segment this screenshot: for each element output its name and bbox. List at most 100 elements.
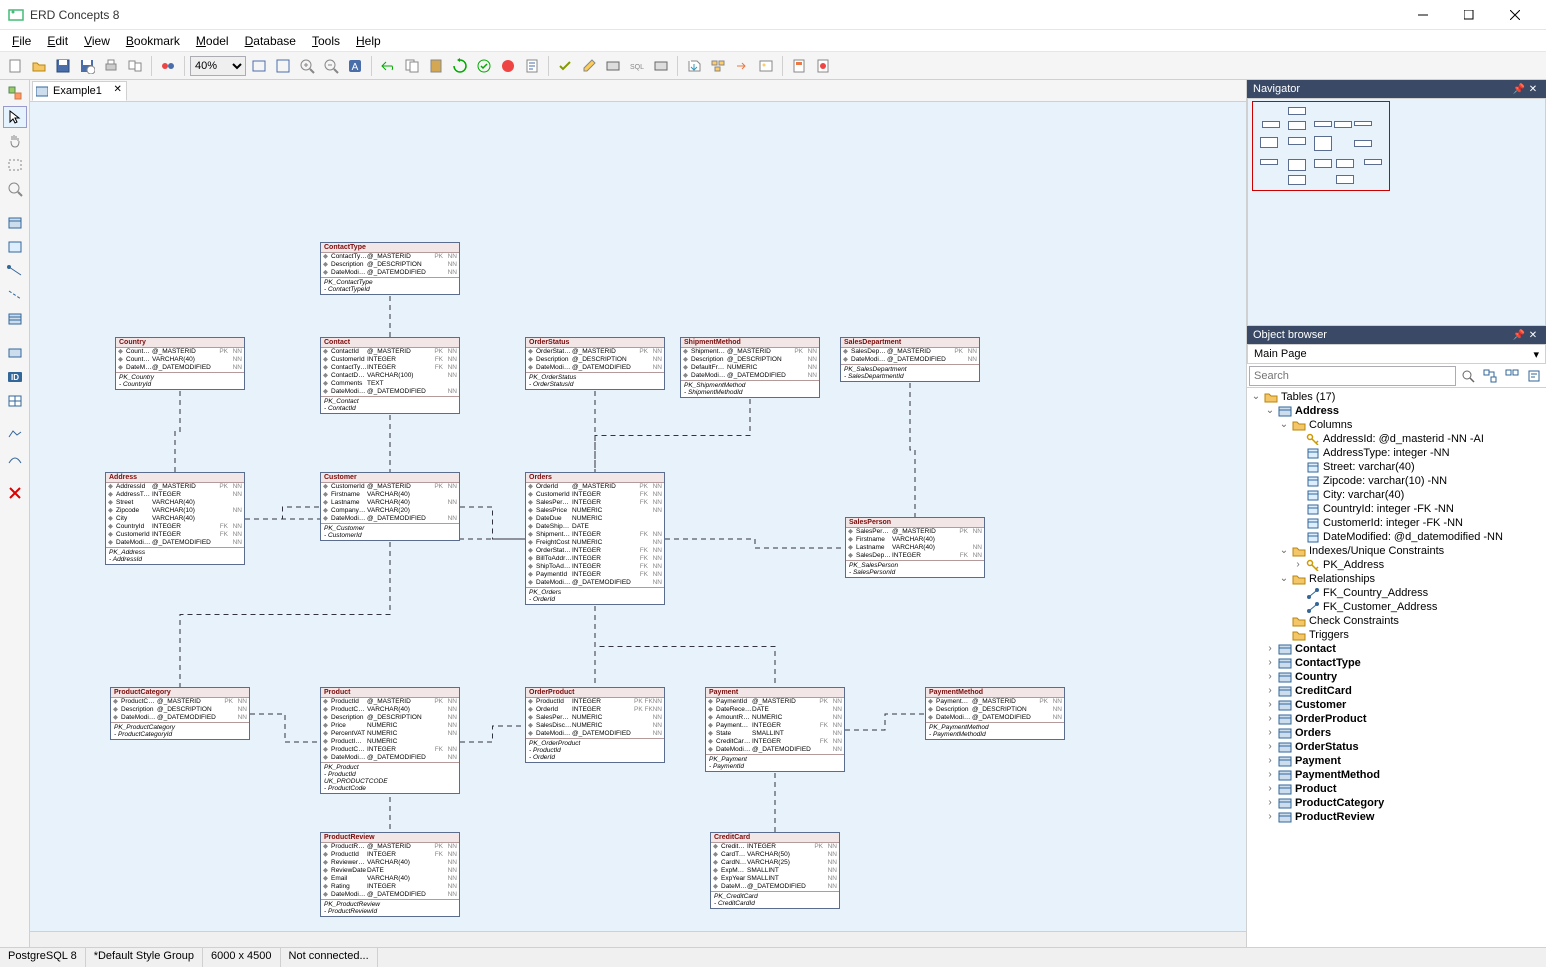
menu-help[interactable]: Help: [348, 32, 389, 50]
gen-button[interactable]: [602, 55, 624, 77]
tree-fk[interactable]: FK_Customer_Address: [1249, 600, 1544, 614]
entity-Customer[interactable]: Customer◆CustomerId@_MASTERIDPKNN◆Firstn…: [320, 472, 460, 541]
id-icon[interactable]: ID: [3, 366, 27, 388]
pdf-button[interactable]: [812, 55, 834, 77]
undo-button[interactable]: [377, 55, 399, 77]
tree-tables[interactable]: ⌄Tables (17): [1249, 390, 1544, 404]
tree-col[interactable]: City: varchar(40): [1249, 488, 1544, 502]
zoomarea-icon[interactable]: A: [344, 55, 366, 77]
script-button[interactable]: [521, 55, 543, 77]
tree-col[interactable]: Street: varchar(40): [1249, 460, 1544, 474]
tree-col[interactable]: AddressId: @d_masterid -NN -AI: [1249, 432, 1544, 446]
diagram-canvas[interactable]: ContactType◆ContactTypeId@_MASTERIDPKNN◆…: [30, 102, 1246, 931]
view-icon[interactable]: [3, 236, 27, 258]
edit-button[interactable]: [578, 55, 600, 77]
entity-Product[interactable]: Product◆ProductId@_MASTERIDPKNN◆ProductC…: [320, 687, 460, 794]
tree-pk[interactable]: ›PK_Address: [1249, 558, 1544, 572]
tab-close-icon[interactable]: ✕: [114, 84, 122, 95]
entity-OrderProduct[interactable]: OrderProduct◆ProductIdINTEGERPK FKNN◆Ord…: [525, 687, 665, 763]
zoom-icon[interactable]: [3, 178, 27, 200]
refresh-button[interactable]: [449, 55, 471, 77]
menu-bookmark[interactable]: Bookmark: [118, 32, 188, 50]
tree-table[interactable]: ›Contact: [1249, 642, 1544, 656]
copy-button[interactable]: [401, 55, 423, 77]
connect-button[interactable]: [157, 55, 179, 77]
entity-Address[interactable]: Address◆AddressId@_MASTERIDPKNN◆AddressT…: [105, 472, 245, 565]
menu-tools[interactable]: Tools: [304, 32, 348, 50]
tree-col[interactable]: CountryId: integer -FK -NN: [1249, 502, 1544, 516]
relation2-icon[interactable]: [3, 284, 27, 306]
maximize-button[interactable]: [1446, 0, 1492, 30]
zoomin-icon[interactable]: [296, 55, 318, 77]
open-button[interactable]: [28, 55, 50, 77]
new-button[interactable]: [4, 55, 26, 77]
scroll-h[interactable]: [30, 931, 1246, 947]
tree-col[interactable]: DateModified: @d_datemodified -NN: [1249, 530, 1544, 544]
select-rect-icon[interactable]: [3, 154, 27, 176]
zoom-select[interactable]: 40%: [190, 56, 246, 76]
tables-button[interactable]: [707, 55, 729, 77]
entity-ProductCategory[interactable]: ProductCategory◆ProductCategoryId@_MASTE…: [110, 687, 250, 740]
entity-ShipmentMethod[interactable]: ShipmentMethod◆ShipmentMethodId@_MASTERI…: [680, 337, 820, 398]
entity-SalesPerson[interactable]: SalesPerson◆SalesPersonId@_MASTERIDPKNN◆…: [845, 517, 985, 578]
object-tree[interactable]: ⌄Tables (17)⌄Address⌄ColumnsAddressId: @…: [1247, 388, 1546, 947]
import-button[interactable]: [683, 55, 705, 77]
minimize-button[interactable]: [1400, 0, 1446, 30]
tree-col[interactable]: AddressType: integer -NN: [1249, 446, 1544, 460]
tree-relationships[interactable]: ⌄Relationships: [1249, 572, 1544, 586]
tree-table[interactable]: ›Country: [1249, 670, 1544, 684]
tree-indexes[interactable]: ⌄Indexes/Unique Constraints: [1249, 544, 1544, 558]
tree-table[interactable]: ›Product: [1249, 782, 1544, 796]
entity-Orders[interactable]: Orders◆OrderId@_MASTERIDPKNN◆CustomerIdI…: [525, 472, 665, 605]
gen2-button[interactable]: [650, 55, 672, 77]
entity-Contact[interactable]: Contact◆ContactId@_MASTERIDPKNN◆Customer…: [320, 337, 460, 414]
tree-collapse-icon[interactable]: [1502, 366, 1522, 386]
tree-table[interactable]: ›PaymentMethod: [1249, 768, 1544, 782]
menu-database[interactable]: Database: [237, 32, 304, 50]
tree-table[interactable]: ›CreditCard: [1249, 684, 1544, 698]
document-tab[interactable]: Example1 ✕: [32, 81, 127, 101]
saveas-button[interactable]: [76, 55, 98, 77]
menu-edit[interactable]: Edit: [39, 32, 76, 50]
tree-table[interactable]: ›ProductCategory: [1249, 796, 1544, 810]
navigator-canvas[interactable]: [1247, 98, 1546, 326]
close-button[interactable]: [1492, 0, 1538, 30]
tree-columns[interactable]: ⌄Columns: [1249, 418, 1544, 432]
save-button[interactable]: [52, 55, 74, 77]
run-button[interactable]: [497, 55, 519, 77]
validate-button[interactable]: [473, 55, 495, 77]
shapes-icon[interactable]: [3, 82, 27, 104]
tree-table[interactable]: ›ContactType: [1249, 656, 1544, 670]
entity-SalesDepartment[interactable]: SalesDepartment◆SalesDepartmentId@_MASTE…: [840, 337, 980, 382]
page-select[interactable]: Main Page▾: [1247, 344, 1546, 364]
tree-table[interactable]: ›ProductReview: [1249, 810, 1544, 824]
pin-icon[interactable]: 📌: [1512, 328, 1526, 342]
tree-triggers[interactable]: Triggers: [1249, 628, 1544, 642]
search-icon[interactable]: [1458, 366, 1478, 386]
check-button[interactable]: [554, 55, 576, 77]
print-button[interactable]: [100, 55, 122, 77]
tree-table[interactable]: ›Orders: [1249, 726, 1544, 740]
entity-OrderStatus[interactable]: OrderStatus◆OrderStatusId@_MASTERIDPKNN◆…: [525, 337, 665, 390]
menu-file[interactable]: File: [4, 32, 39, 50]
list-icon[interactable]: [3, 308, 27, 330]
tree-col[interactable]: CustomerId: integer -FK -NN: [1249, 516, 1544, 530]
domain-icon[interactable]: [3, 342, 27, 364]
curve-icon[interactable]: [3, 448, 27, 470]
entity-icon[interactable]: [3, 212, 27, 234]
menu-model[interactable]: Model: [188, 32, 237, 50]
hand-icon[interactable]: [3, 130, 27, 152]
tree-table[interactable]: ›OrderStatus: [1249, 740, 1544, 754]
tree-check[interactable]: Check Constraints: [1249, 614, 1544, 628]
paste-button[interactable]: [425, 55, 447, 77]
search-input[interactable]: [1249, 366, 1456, 386]
pointer-icon[interactable]: [3, 106, 27, 128]
delete-icon[interactable]: [3, 482, 27, 504]
zoomout-icon[interactable]: [320, 55, 342, 77]
menu-view[interactable]: View: [76, 32, 118, 50]
export-button[interactable]: [731, 55, 753, 77]
entity-Country[interactable]: Country◆CountryId@_MASTERIDPKNN◆CountryN…: [115, 337, 245, 390]
tree-col[interactable]: Zipcode: varchar(10) -NN: [1249, 474, 1544, 488]
close-icon[interactable]: ✕: [1526, 82, 1540, 96]
sql-button[interactable]: SQL: [626, 55, 648, 77]
